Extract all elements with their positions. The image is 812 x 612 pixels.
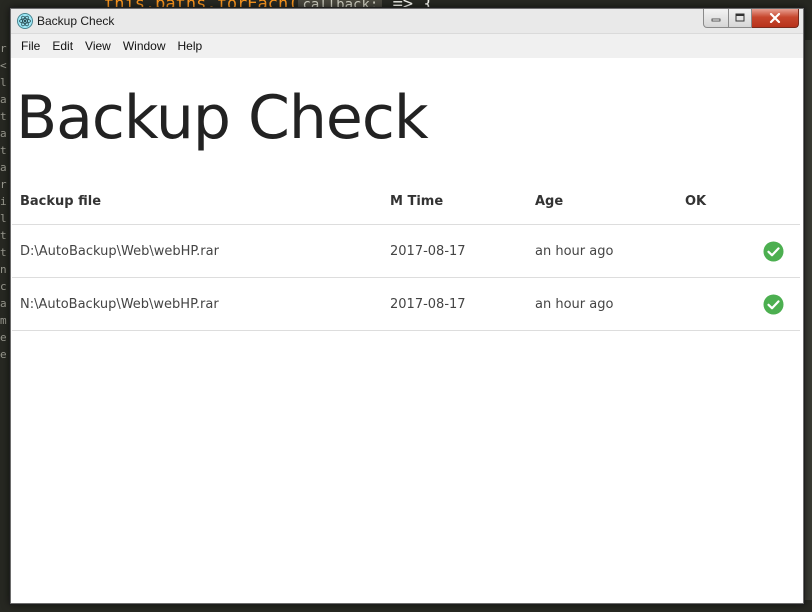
header-mtime: M Time [382, 178, 527, 225]
gutter-char: t [0, 144, 7, 157]
table-row: D:\AutoBackup\Web\webHP.rar 2017-08-17 a… [12, 224, 800, 278]
gutter-char: m [0, 314, 7, 327]
gutter-char: t [0, 246, 7, 259]
cell-mtime: 2017-08-17 [382, 277, 527, 331]
backup-table: Backup file M Time Age OK D:\AutoBackup\… [12, 178, 800, 331]
cell-ok [677, 224, 745, 278]
gutter-char: r [0, 42, 7, 55]
app-window: Backup Check File Edit View Window Help … [10, 8, 804, 604]
close-button[interactable] [752, 9, 799, 28]
gutter-char: a [0, 93, 7, 106]
title-bar[interactable]: Backup Check [11, 9, 803, 34]
header-ok: OK [677, 178, 745, 225]
table-header-row: Backup file M Time Age OK [12, 178, 800, 225]
gutter-char: l [0, 76, 7, 89]
minimize-icon [711, 18, 721, 22]
maximize-icon [735, 13, 745, 22]
gutter-char: t [0, 110, 7, 123]
electron-atom-icon [17, 13, 33, 29]
header-age: Age [527, 178, 677, 225]
window-title: Backup Check [37, 14, 115, 28]
gutter-char: r [0, 178, 7, 191]
minimize-button[interactable] [703, 9, 729, 28]
menu-help[interactable]: Help [172, 34, 209, 58]
menu-edit[interactable]: Edit [46, 34, 79, 58]
cell-ok [677, 277, 745, 331]
cell-mtime: 2017-08-17 [382, 224, 527, 278]
gutter-char: e [0, 331, 7, 344]
check-circle-icon [763, 241, 784, 261]
gutter-char: a [0, 161, 7, 174]
menu-bar: File Edit View Window Help [11, 34, 803, 58]
cell-backup-file: N:\AutoBackup\Web\webHP.rar [12, 277, 382, 331]
menu-window[interactable]: Window [117, 34, 172, 58]
page-title: Backup Check [16, 83, 429, 153]
header-backup-file: Backup file [12, 178, 382, 225]
gutter-char: e [0, 348, 7, 361]
maximize-button[interactable] [729, 9, 752, 28]
cell-age: an hour ago [527, 277, 677, 331]
background-gutter: r < l a t a t a r i l t t n c a m e e [0, 40, 8, 363]
cell-status [745, 277, 800, 331]
cell-status [745, 224, 800, 278]
gutter-char: t [0, 229, 7, 242]
gutter-char: n [0, 263, 7, 276]
menu-file[interactable]: File [15, 34, 46, 58]
close-icon [769, 13, 781, 23]
gutter-char: l [0, 212, 7, 225]
cell-age: an hour ago [527, 224, 677, 278]
table-row: N:\AutoBackup\Web\webHP.rar 2017-08-17 a… [12, 277, 800, 331]
check-circle-icon [763, 294, 784, 314]
main-content: Backup Check Backup file M Time Age OK D… [11, 58, 803, 602]
window-controls [703, 9, 799, 29]
background-scrollbar [804, 40, 812, 600]
gutter-char: a [0, 297, 7, 310]
gutter-char: i [0, 195, 7, 208]
gutter-char: < [0, 59, 7, 72]
gutter-char: a [0, 127, 7, 140]
header-status-spacer [745, 178, 800, 225]
menu-view[interactable]: View [79, 34, 117, 58]
gutter-char: c [0, 280, 7, 293]
cell-backup-file: D:\AutoBackup\Web\webHP.rar [12, 224, 382, 278]
